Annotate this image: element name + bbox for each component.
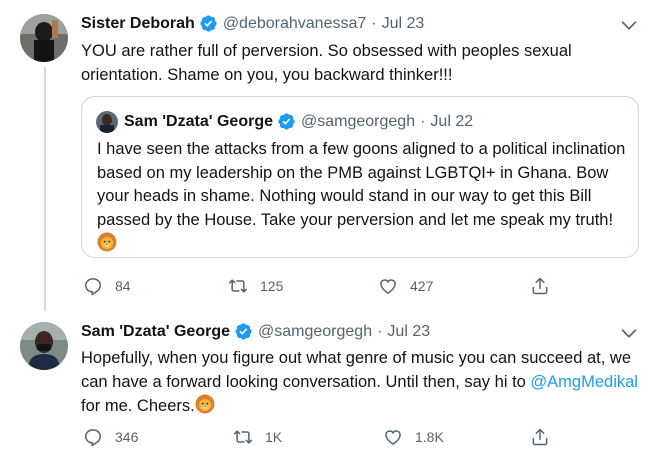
tweet-text-content: YOU are rather full of perversion. So ob… — [81, 42, 572, 84]
quoted-tweet[interactable]: Sam 'Dzata' George @samgeorgegh · Jul 22… — [81, 96, 639, 258]
reply-icon — [83, 427, 103, 447]
more-icon[interactable] — [618, 322, 640, 344]
quote-header: Sam 'Dzata' George @samgeorgegh · Jul 22 — [124, 112, 473, 131]
author-handle[interactable]: @samgeorgegh — [258, 323, 372, 341]
separator-dot: · — [371, 14, 377, 32]
avatar[interactable] — [20, 14, 68, 62]
more-icon[interactable] — [618, 14, 640, 36]
retweet-count: 1K — [265, 429, 283, 445]
tweet-sister-deborah[interactable]: Sister Deborah @deborahvanessa7 · Jul 23… — [0, 0, 656, 312]
tweet-date[interactable]: Jul 23 — [387, 323, 430, 341]
tweet-header: Sam 'Dzata' George @samgeorgegh · Jul 23 — [81, 322, 430, 341]
retweet-icon — [233, 427, 253, 447]
verified-badge-icon — [199, 14, 218, 33]
share-button[interactable] — [530, 427, 562, 447]
like-button[interactable]: 427 — [378, 276, 433, 296]
retweet-count: 125 — [260, 278, 284, 294]
reply-icon — [83, 276, 103, 296]
quote-text-content: I have seen the attacks from a few goons… — [97, 140, 626, 229]
reply-button[interactable]: 346 — [83, 427, 138, 447]
tweet-text-after: for me. Cheers. — [81, 397, 195, 415]
retweet-button[interactable]: 125 — [228, 276, 283, 296]
quote-avatar — [96, 111, 118, 133]
share-icon — [530, 427, 550, 447]
tweet-text: Hopefully, when you figure out what genr… — [81, 347, 646, 419]
share-icon — [530, 276, 550, 296]
like-icon — [383, 427, 403, 447]
separator-dot: · — [420, 112, 426, 130]
tweet-sam-george[interactable]: Sam 'Dzata' George @samgeorgegh · Jul 23… — [0, 312, 656, 461]
verified-badge-icon — [277, 112, 296, 131]
tweet-text: YOU are rather full of perversion. So ob… — [81, 40, 641, 87]
retweet-button[interactable]: 1K — [233, 427, 282, 447]
author-name[interactable]: Sister Deborah — [81, 15, 195, 33]
quote-date: Jul 22 — [430, 112, 474, 130]
reply-count: 84 — [115, 278, 131, 294]
tweet-date[interactable]: Jul 23 — [382, 15, 425, 33]
quote-text: I have seen the attacks from a few goons… — [97, 138, 627, 257]
author-handle[interactable]: @deborahvanessa7 — [223, 15, 366, 33]
tweet-header: Sister Deborah @deborahvanessa7 · Jul 23 — [81, 14, 424, 33]
thread-line — [44, 67, 46, 311]
like-count: 427 — [410, 278, 434, 294]
share-button[interactable] — [530, 276, 562, 296]
reply-count: 346 — [115, 429, 139, 445]
verified-badge-icon — [234, 322, 253, 341]
like-button[interactable]: 1.8K — [383, 427, 444, 447]
avatar[interactable] — [20, 322, 68, 370]
quote-author-handle: @samgeorgegh — [301, 112, 416, 130]
quote-author-name: Sam 'Dzata' George — [124, 112, 273, 130]
reply-button[interactable]: 84 — [83, 276, 131, 296]
lion-emoji — [97, 232, 117, 252]
like-icon — [378, 276, 398, 296]
like-count: 1.8K — [415, 429, 444, 445]
mention-link[interactable]: @AmgMedikal — [530, 373, 638, 391]
retweet-icon — [228, 276, 248, 296]
lion-emoji — [195, 394, 215, 414]
separator-dot: · — [377, 322, 383, 340]
author-name[interactable]: Sam 'Dzata' George — [81, 323, 230, 341]
